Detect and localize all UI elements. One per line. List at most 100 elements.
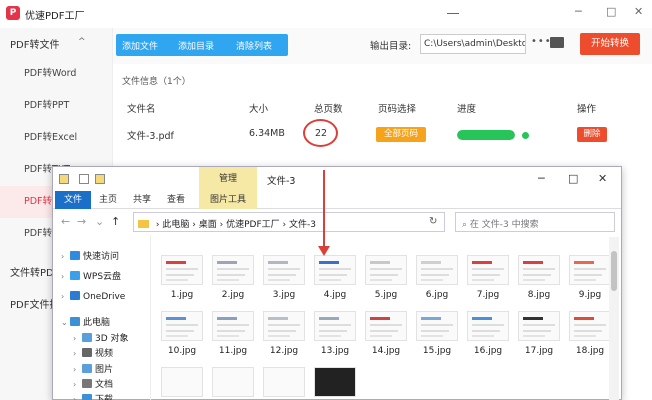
back-arrow-icon[interactable]: ← — [61, 215, 70, 228]
file-name-label[interactable]: 12.jpg — [259, 346, 309, 356]
file-name-label[interactable]: 13.jpg — [310, 346, 360, 356]
tab-view[interactable]: 查看 — [161, 191, 191, 209]
expand-chevron-icon[interactable]: › — [73, 349, 82, 358]
close-button[interactable]: ✕ — [598, 172, 607, 185]
file-name-label[interactable]: 10.jpg — [157, 346, 207, 356]
file-thumbnail[interactable] — [467, 311, 509, 341]
file-thumbnail[interactable] — [263, 255, 305, 285]
file-name-label[interactable]: 4.jpg — [310, 290, 360, 300]
sidebar-group-pdf-to-file[interactable]: PDF转文件 — [10, 36, 59, 51]
search-input[interactable]: ⌕ 在 文件-3 中搜索 — [455, 212, 615, 232]
expand-chevron-icon[interactable]: › — [73, 395, 82, 400]
expand-chevron-icon[interactable]: › — [61, 272, 70, 281]
file-thumbnail[interactable] — [314, 255, 356, 285]
start-convert-button[interactable]: 开始转换 — [580, 33, 640, 55]
file-thumbnail[interactable] — [161, 311, 203, 341]
tree-item[interactable]: › 快速访问 — [61, 249, 119, 262]
file-thumbnail[interactable] — [569, 311, 611, 341]
tree-item[interactable]: › 图片 — [73, 362, 113, 375]
file-name-label[interactable]: 3.jpg — [259, 290, 309, 300]
file-name-label[interactable]: 5.jpg — [361, 290, 411, 300]
tab-picture-tools[interactable]: 图片工具 — [199, 191, 257, 209]
file-name-label[interactable]: 16.jpg — [463, 346, 513, 356]
minimize-button[interactable]: ─ — [538, 172, 545, 185]
sidebar-item-pdf-to-ppt[interactable]: PDF转PPT — [0, 90, 113, 122]
breadcrumb-folder[interactable]: 文件-3 — [289, 220, 316, 230]
refresh-icon[interactable]: ↻ — [429, 216, 437, 227]
file-thumbnail[interactable] — [263, 367, 305, 397]
folder-icon[interactable] — [550, 37, 564, 48]
tree-item[interactable]: › 3D 对象 — [73, 331, 129, 344]
file-name-label[interactable]: 1.jpg — [157, 290, 207, 300]
file-thumbnail[interactable] — [365, 255, 407, 285]
file-thumbnail[interactable] — [518, 311, 560, 341]
expand-chevron-icon[interactable]: › — [61, 292, 70, 301]
file-name-label[interactable]: 9.jpg — [565, 290, 615, 300]
file-thumbnail[interactable] — [212, 367, 254, 397]
tree-item[interactable]: ⌄ 此电脑 — [61, 315, 110, 328]
file-thumbnail[interactable] — [212, 255, 254, 285]
file-thumbnail[interactable] — [416, 255, 458, 285]
file-thumbnail[interactable] — [212, 311, 254, 341]
file-name-label[interactable]: 11.jpg — [208, 346, 258, 356]
tree-item[interactable]: › WPS云盘 — [61, 269, 121, 282]
file-thumbnail[interactable] — [569, 255, 611, 285]
tab-file[interactable]: 文件 — [55, 191, 91, 209]
up-arrow-icon[interactable]: ↑ — [111, 215, 120, 228]
output-path-input[interactable]: C:\Users\admin\Desktop — [420, 34, 526, 54]
file-name-label[interactable]: 7.jpg — [463, 290, 513, 300]
expand-chevron-icon[interactable]: › — [61, 252, 70, 261]
header-size: 大小 — [249, 104, 269, 115]
file-thumbnail[interactable] — [314, 311, 356, 341]
add-folder-button[interactable]: 添加目录 — [178, 39, 214, 52]
file-thumbnail[interactable] — [467, 255, 509, 285]
delete-button[interactable]: 删除 — [577, 127, 607, 142]
maximize-button[interactable]: □ — [606, 5, 616, 18]
file-name-label[interactable]: 17.jpg — [514, 346, 564, 356]
file-thumbnail[interactable] — [161, 255, 203, 285]
scrollbar[interactable] — [609, 237, 619, 400]
file-name-label[interactable]: 2.jpg — [208, 290, 258, 300]
tab-home[interactable]: 主页 — [93, 191, 123, 209]
more-icon[interactable]: ••• — [531, 36, 552, 47]
add-file-button[interactable]: 添加文件 — [122, 39, 158, 52]
breadcrumb-app[interactable]: 优速PDF工厂 — [226, 220, 280, 230]
forward-arrow-icon[interactable]: → — [77, 215, 86, 228]
expand-chevron-icon[interactable]: › — [73, 380, 82, 389]
minimize-button[interactable]: ─ — [575, 5, 582, 18]
breadcrumb-desktop[interactable]: 桌面 — [199, 220, 217, 230]
file-thumbnail[interactable] — [263, 311, 305, 341]
expand-chevron-icon[interactable]: ⌄ — [61, 318, 70, 327]
file-thumbnail[interactable] — [161, 367, 203, 397]
page-select-button[interactable]: 全部页码 — [376, 127, 426, 142]
file-thumbnail[interactable] — [518, 255, 560, 285]
folder-icon[interactable] — [95, 174, 105, 184]
file-name-label[interactable]: 18.jpg — [565, 346, 615, 356]
sidebar-item-pdf-to-word[interactable]: PDF转Word — [0, 58, 113, 90]
file-name-label[interactable]: 6.jpg — [412, 290, 462, 300]
file-name-label[interactable]: 8.jpg — [514, 290, 564, 300]
checkbox-icon[interactable] — [79, 174, 89, 184]
chevron-down-icon[interactable]: ⌄ — [95, 215, 104, 228]
tree-item[interactable]: › 视频 — [73, 346, 113, 359]
manage-context-tab[interactable]: 管理 — [199, 167, 257, 191]
file-name-label[interactable]: 14.jpg — [361, 346, 411, 356]
clear-list-button[interactable]: 清除列表 — [236, 39, 272, 52]
tree-item[interactable]: › 文档 — [73, 377, 113, 390]
scrollbar-thumb[interactable] — [611, 251, 617, 291]
expand-chevron-icon[interactable]: › — [73, 365, 82, 374]
address-bar[interactable]: › 此电脑 › 桌面 › 优速PDF工厂 › 文件-3 — [133, 212, 445, 232]
tab-share[interactable]: 共享 — [127, 191, 157, 209]
tree-item[interactable]: › 下载 — [73, 392, 113, 400]
breadcrumb-this-pc[interactable]: 此电脑 — [162, 220, 189, 230]
tree-item[interactable]: › OneDrive — [61, 291, 125, 302]
file-name-label[interactable]: 15.jpg — [412, 346, 462, 356]
file-thumbnail[interactable] — [314, 367, 356, 397]
expand-chevron-icon[interactable]: › — [73, 334, 82, 343]
sidebar-item-pdf-to-excel[interactable]: PDF转Excel — [0, 122, 113, 154]
file-thumbnail[interactable] — [365, 311, 407, 341]
close-button[interactable]: ✕ — [634, 5, 643, 18]
maximize-button[interactable]: □ — [568, 172, 578, 185]
chevron-up-icon[interactable]: ^ — [78, 37, 86, 47]
file-thumbnail[interactable] — [416, 311, 458, 341]
